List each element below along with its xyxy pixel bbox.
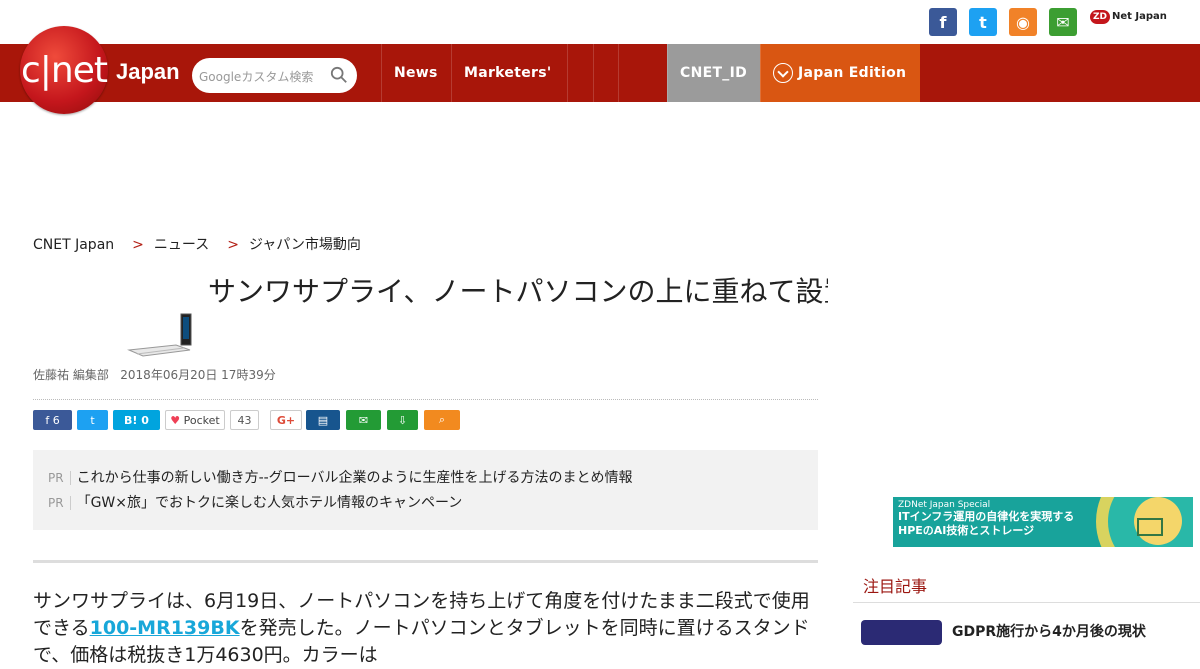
- edition-dropdown-icon: [773, 63, 793, 83]
- facebook-share-icon: f: [45, 413, 50, 427]
- sidebar-advertisement[interactable]: ZDNet Japan Special ITインフラ運用の自律化を実現する HP…: [893, 497, 1193, 547]
- nav-item-empty-1[interactable]: [567, 44, 593, 102]
- sidebar-section-title: 注目記事: [853, 570, 1200, 603]
- hatena-count: 0: [141, 413, 149, 427]
- mail-icon[interactable]: ✉: [1049, 8, 1077, 36]
- rss-icon[interactable]: ◉: [1009, 8, 1037, 36]
- zdnet-label: Net Japan: [1112, 11, 1167, 22]
- zdnet-badge: ZD: [1090, 10, 1110, 24]
- pocket-icon: ♥: [170, 413, 181, 427]
- ad-text: ZDNet Japan Special ITインフラ運用の自律化を実現する HP…: [898, 500, 1074, 538]
- article-meta: 佐藤祐 編集部 2018年06月20日 17時39分: [33, 366, 276, 383]
- facebook-share-button[interactable]: f 6: [33, 410, 72, 430]
- pr-link-text[interactable]: 「GW×旅」でおトクに楽しむ人気ホテル情報のキャンペーン: [77, 495, 463, 511]
- download-icon: ⇩: [397, 413, 408, 427]
- publish-date: 2018年06月20日 17時39分: [120, 368, 276, 382]
- product-thumbnail: [127, 313, 192, 357]
- pr-label: PR: [48, 471, 71, 485]
- email-icon: ✉: [358, 413, 369, 427]
- edition-label: Japan Edition: [798, 65, 907, 81]
- meta-divider: [33, 399, 818, 400]
- pocket-count: 43: [230, 410, 259, 430]
- print-button[interactable]: ▤: [306, 410, 340, 430]
- sidebar-article-title[interactable]: GDPR施行から4か月後の現状: [952, 621, 1146, 641]
- monitor-icon: [1137, 518, 1163, 536]
- article-divider: [33, 560, 818, 563]
- sponsored-links: PR これから仕事の新しい働き方--グローバル企業のように生産性を上げる方法のまと…: [33, 450, 818, 530]
- search-icon[interactable]: [330, 66, 348, 84]
- cnet-logo[interactable]: c|net: [20, 26, 108, 114]
- print-icon: ▤: [317, 413, 329, 427]
- nav-item-marketers[interactable]: Marketers': [451, 44, 567, 102]
- breadcrumb-category[interactable]: ジャパン市場動向: [249, 237, 361, 253]
- cnet-id-link[interactable]: CNET_ID: [667, 44, 760, 102]
- japan-brand[interactable]: Japan: [116, 59, 180, 85]
- search-box[interactable]: Googleカスタム検索: [192, 58, 357, 93]
- zdnet-logo[interactable]: ZD Net Japan: [1090, 10, 1167, 24]
- nav-item-news[interactable]: News: [381, 44, 451, 102]
- sidebar-article-thumbnail[interactable]: [861, 620, 942, 645]
- search-input[interactable]: Googleカスタム検索: [199, 68, 327, 85]
- pr-link-text[interactable]: これから仕事の新しい働き方--グローバル企業のように生産性を上げる方法のまとめ情…: [77, 470, 633, 486]
- breadcrumb-separator: >: [227, 237, 239, 253]
- product-link[interactable]: 100-MR139BK: [90, 617, 240, 639]
- save-button[interactable]: ⇩: [387, 410, 418, 430]
- pr-item[interactable]: PR これから仕事の新しい働き方--グローバル企業のように生産性を上げる方法のまと…: [48, 467, 633, 487]
- paperclip-icon: ⌕: [438, 413, 446, 426]
- pr-label: PR: [48, 496, 71, 510]
- ad-label: ZDNet Japan Special: [898, 500, 991, 510]
- twitter-icon[interactable]: t: [969, 8, 997, 36]
- ad-headline-2: HPEのAI技術とストレージ: [898, 524, 1035, 537]
- ad-headline-1: ITインフラ運用の自律化を実現する: [898, 510, 1075, 523]
- clip-button[interactable]: ⌕: [424, 410, 460, 430]
- breadcrumb-news[interactable]: ニュース: [154, 237, 209, 253]
- twitter-share-button[interactable]: t: [77, 410, 108, 430]
- pocket-label: Pocket: [183, 413, 220, 427]
- breadcrumb-separator: >: [132, 237, 144, 253]
- article-title: サンワサプライ、ノートパソコンの上に重ねて設置できる二段式の台を発売: [208, 275, 828, 308]
- nav-item-empty-3[interactable]: [618, 44, 642, 102]
- twitter-share-icon: t: [90, 413, 95, 427]
- hatena-bookmark-button[interactable]: B! 0: [113, 410, 160, 430]
- facebook-share-count: 6: [52, 413, 60, 427]
- breadcrumb: CNET Japan > ニュース > ジャパン市場動向: [33, 234, 361, 254]
- article-body: サンワサプライは、6月19日、ノートパソコンを持ち上げて角度を付けたまま二段式で…: [33, 588, 818, 669]
- google-plus-button[interactable]: G+: [270, 410, 302, 430]
- pr-item[interactable]: PR 「GW×旅」でおトクに楽しむ人気ホテル情報のキャンペーン: [48, 492, 462, 512]
- breadcrumb-home[interactable]: CNET Japan: [33, 237, 114, 253]
- top-utility-bar: f t ◉ ✉ ZD Net Japan: [0, 0, 1200, 44]
- facebook-icon[interactable]: f: [929, 8, 957, 36]
- author: 佐藤祐 編集部: [33, 368, 109, 382]
- hatena-label: B!: [124, 413, 138, 427]
- edition-selector[interactable]: Japan Edition: [760, 44, 920, 102]
- nav-item-empty-2[interactable]: [593, 44, 618, 102]
- pocket-button[interactable]: ♥ Pocket: [165, 410, 225, 430]
- email-share-button[interactable]: ✉: [346, 410, 381, 430]
